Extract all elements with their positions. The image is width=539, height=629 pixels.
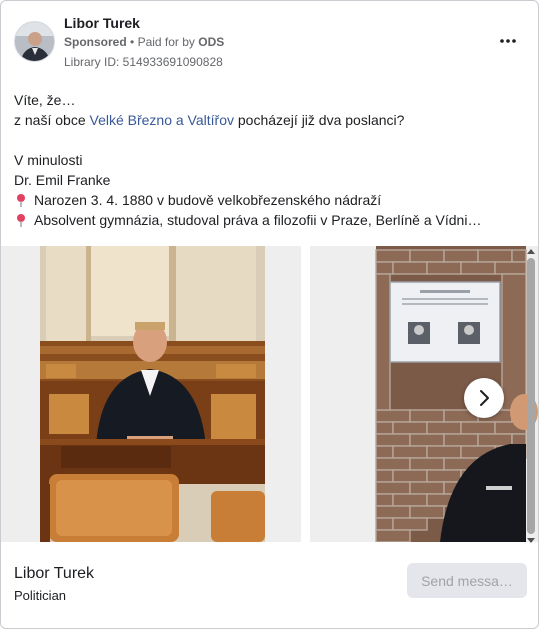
- body-line-4: Dr. Emil Franke: [14, 172, 111, 188]
- library-id: Library ID: 514933691090828: [64, 55, 223, 69]
- carousel-slide-2[interactable]: [310, 246, 538, 542]
- paid-for-by-name: ODS: [198, 35, 225, 49]
- bullet-text-2: Absolvent gymnázia, studoval práva a fil…: [34, 212, 482, 228]
- scroll-up-arrow-icon: [527, 249, 535, 254]
- cta-page-name[interactable]: Libor Turek: [14, 565, 94, 583]
- location-link[interactable]: Velké Březno a Valtířov: [90, 112, 234, 128]
- chevron-right-icon: [480, 390, 489, 406]
- scrollbar-graphic: [527, 249, 535, 543]
- post-body: Víte, že… z naší obce Velké Březno a Val…: [14, 90, 529, 230]
- carousel-scrollbar[interactable]: [525, 246, 537, 546]
- paid-for-prefix: Paid for by: [137, 35, 195, 49]
- sponsored-line: Sponsored • Paid for by ODS: [64, 35, 224, 49]
- scroll-thumb: [527, 258, 535, 534]
- carousel-slide-1[interactable]: [1, 246, 301, 542]
- page-avatar[interactable]: [14, 21, 55, 62]
- ad-card: Libor Turek Sponsored • Paid for by ODS …: [0, 0, 539, 629]
- body-line-2-suffix: pocházejí již dva poslanci?: [233, 112, 405, 128]
- sponsored-label: Sponsored: [64, 35, 127, 49]
- separator-dot: •: [130, 35, 135, 49]
- plaque-photo: [310, 246, 538, 542]
- body-line-2-prefix: z naší obce: [14, 112, 90, 128]
- image-carousel[interactable]: [1, 246, 538, 546]
- more-options-button[interactable]: [498, 31, 518, 51]
- body-line-3: V minulosti: [14, 152, 83, 168]
- pushpin-icon: [17, 214, 25, 227]
- scroll-down-arrow-icon: [527, 538, 535, 543]
- bullet-line-1: Narozen 3. 4. 1880 v budově velkobřezens…: [14, 190, 529, 210]
- bullet-text-1: Narozen 3. 4. 1880 v budově velkobřezens…: [34, 192, 382, 208]
- body-line-1: Víte, že…: [14, 92, 76, 108]
- avatar-image: [15, 22, 54, 61]
- more-horizontal-icon: [500, 39, 516, 43]
- parliament-photo: [1, 246, 301, 542]
- carousel-next-button[interactable]: [464, 378, 504, 418]
- send-message-button[interactable]: Send messa…: [407, 563, 527, 598]
- bullet-line-2: Absolvent gymnázia, studoval práva a fil…: [14, 210, 529, 230]
- body-line-2: z naší obce Velké Březno a Valtířov poch…: [14, 110, 529, 130]
- page-name[interactable]: Libor Turek: [64, 15, 140, 31]
- pushpin-icon: [17, 194, 25, 207]
- cta-page-category: Politician: [14, 588, 67, 603]
